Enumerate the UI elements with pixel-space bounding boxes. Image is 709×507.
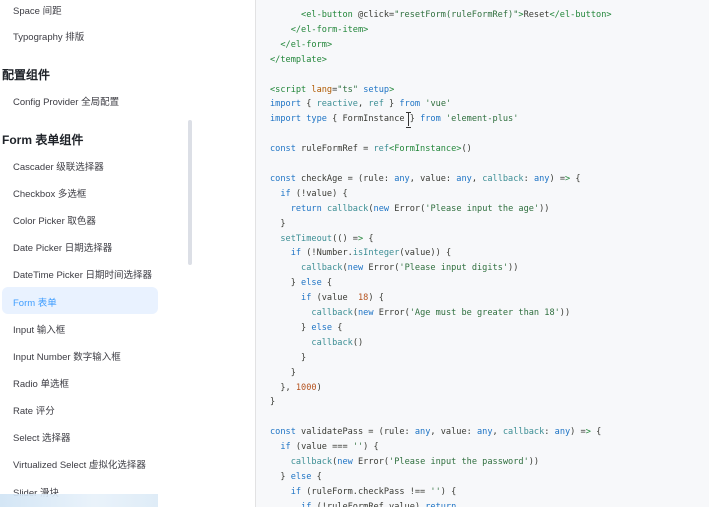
code-line: callback(new Error('Please input digits'…	[301, 263, 519, 274]
code-line: if (value === '') {	[280, 442, 379, 453]
code-line: return callback(new Error('Please input …	[290, 203, 550, 214]
code-line: }	[270, 352, 307, 363]
sidebar-nav: Space 间距 Typography 排版 配置组件 Config Provi…	[0, 0, 195, 507]
code-line: }	[270, 367, 296, 378]
sidebar-bottom-overlay	[0, 494, 158, 507]
code-line: if (!ruleFormRef.value) return	[301, 501, 457, 507]
code-line: const validatePass = (rule: any, value: …	[270, 427, 602, 438]
sidebar-scrollbar[interactable]	[188, 120, 192, 265]
code-line: <el-button @click="resetForm(ruleFormRef…	[301, 10, 612, 20]
code-line: if (!value) {	[280, 188, 348, 199]
sidebar-item-cascader[interactable]: Cascader 级联选择器	[13, 159, 104, 173]
code-line: setTimeout(() => {	[280, 233, 374, 244]
sidebar-item-typography[interactable]: Typography 排版	[13, 29, 84, 43]
sidebar-item-datetime-picker[interactable]: DateTime Picker 日期时间选择器	[13, 267, 152, 281]
code-line: import type { FormInstance } from 'eleme…	[270, 114, 519, 125]
code-line: callback(new Error('Please input the pas…	[290, 457, 540, 467]
code-line: import { reactive, ref } from 'vue'	[270, 99, 452, 110]
sidebar-item-rate[interactable]: Rate 评分	[13, 403, 55, 417]
code-line: callback()	[311, 337, 364, 348]
sidebar-item-select[interactable]: Select 选择器	[13, 430, 71, 444]
sidebar-item-radio[interactable]: Radio 单选框	[13, 376, 69, 390]
sidebar-item-space[interactable]: Space 间距	[13, 3, 62, 17]
code-line: if (value 18) {	[301, 293, 384, 304]
code-line: }	[270, 397, 276, 408]
code-line: </template>	[270, 54, 327, 65]
code-line: const checkAge = (rule: any, value: any,…	[270, 173, 581, 184]
code-line: if (ruleForm.checkPass !== '') {	[290, 486, 457, 497]
code-line: <script lang="ts" setup>	[270, 84, 395, 95]
code-line: const ruleFormRef = ref<FormInstance>()	[270, 144, 472, 155]
code-line: }, 1000)	[270, 382, 322, 393]
sidebar-item-virtualized-select[interactable]: Virtualized Select 虚拟化选择器	[13, 457, 146, 471]
sidebar-item-input-number[interactable]: Input Number 数字输入框	[13, 349, 121, 363]
sidebar-item-color-picker[interactable]: Color Picker 取色器	[13, 213, 96, 227]
sidebar-item-config-provider[interactable]: Config Provider 全局配置	[13, 94, 119, 108]
sidebar-item-date-picker[interactable]: Date Picker 日期选择器	[13, 240, 112, 254]
sidebar-item-form[interactable]: Form 表单	[13, 295, 57, 309]
code-line: } else {	[270, 278, 333, 289]
sidebar-item-checkbox[interactable]: Checkbox 多选框	[13, 186, 86, 200]
code-line: callback(new Error('Age must be greater …	[311, 308, 571, 318]
sidebar-group-config: 配置组件	[2, 68, 51, 82]
code-line: </el-form-item>	[290, 24, 369, 35]
code-line: </el-form>	[280, 39, 333, 50]
sidebar-item-input[interactable]: Input 输入框	[13, 322, 65, 336]
code-line: } else {	[270, 471, 322, 482]
code-line: } else {	[270, 322, 343, 333]
code-line: }	[270, 218, 286, 229]
code-block: <el-button @click="resetForm(ruleFormRef…	[256, 0, 709, 507]
code-line: if (!Number.isInteger(value)) {	[290, 248, 452, 259]
text-cursor-icon	[406, 112, 411, 128]
sidebar-group-form: Form 表单组件	[2, 133, 84, 147]
